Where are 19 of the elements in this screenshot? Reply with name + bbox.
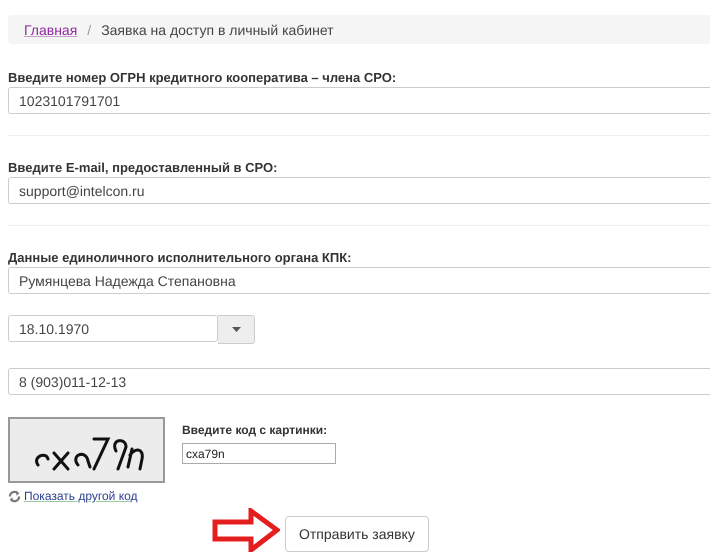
arrow-icon <box>212 508 280 552</box>
refresh-code-link[interactable]: Показать другой код <box>8 489 138 503</box>
caret-icon <box>232 327 240 332</box>
field-label: Введите номер ОГРН кредитного кооператива – члена СРО: <box>8 70 398 85</box>
field-label: Данные единоличного исполнительного органа КПК: <box>8 250 352 265</box>
captcha-field[interactable]: cxa79n <box>182 443 336 464</box>
field-label: Введите E-mail, предоставленный в СРО: <box>8 160 278 175</box>
name-field[interactable]: Румянцева Надежда Степановна <box>8 267 710 294</box>
phone-field[interactable]: 8 (903)011-12-13 <box>8 368 710 395</box>
refresh-icon <box>8 490 21 502</box>
home-link[interactable]: Главная <box>24 22 78 38</box>
dropdown-button[interactable] <box>218 315 255 344</box>
ogrn-field[interactable]: 1023101791701 <box>8 87 710 114</box>
captcha-label: Введите код с картинки: <box>182 423 328 437</box>
date-field[interactable]: 18.10.1970 <box>8 315 218 342</box>
submit-button[interactable]: Отправить заявку <box>285 516 429 552</box>
current-page: Заявка на доступ в личный кабинет <box>101 22 334 38</box>
email-field[interactable]: support@intelcon.ru <box>8 177 710 204</box>
breadcrumb-separator: / <box>87 22 92 38</box>
